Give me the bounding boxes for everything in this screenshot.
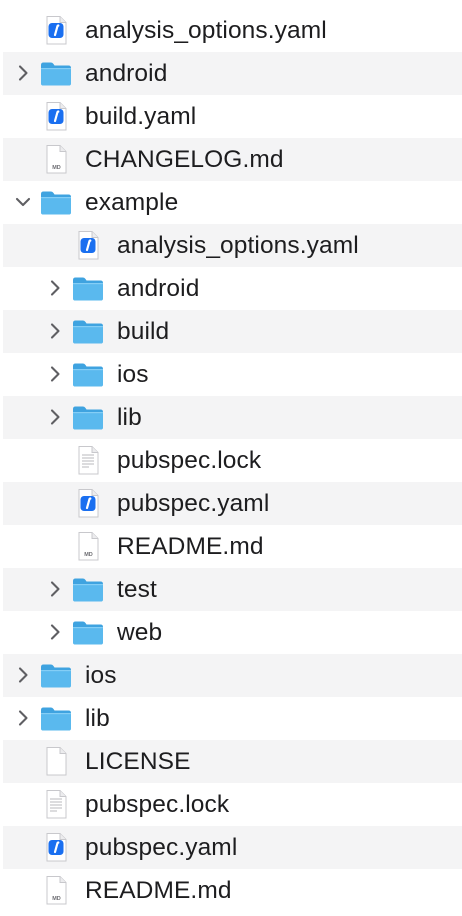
file-row[interactable]: MD CHANGELOG.md xyxy=(0,138,462,181)
file-rows: analysis_options.yaml android build.yaml MD… xyxy=(0,9,462,912)
file-row[interactable]: build xyxy=(0,310,462,353)
folder-icon xyxy=(71,616,105,648)
file-row[interactable]: lib xyxy=(0,396,462,439)
file-row[interactable]: build.yaml xyxy=(0,95,462,138)
markdown-file-icon: MD xyxy=(71,530,105,562)
file-name: lib xyxy=(85,705,110,732)
file-row[interactable]: pubspec.yaml xyxy=(0,482,462,525)
chevron-down-icon[interactable] xyxy=(14,193,32,211)
file-name: ios xyxy=(117,361,149,388)
file-row[interactable]: MD README.md xyxy=(0,869,462,912)
text-file-icon xyxy=(71,444,105,476)
chevron-right-icon[interactable] xyxy=(46,408,64,426)
chevron-right-icon[interactable] xyxy=(14,709,32,727)
svg-text:MD: MD xyxy=(52,896,61,902)
file-row[interactable]: lib xyxy=(0,697,462,740)
folder-icon xyxy=(71,358,105,390)
folder-icon xyxy=(71,315,105,347)
file-name: test xyxy=(117,576,157,603)
file-name: README.md xyxy=(117,533,264,560)
yaml-file-icon xyxy=(71,229,105,261)
file-name: ios xyxy=(85,662,117,689)
file-name: analysis_options.yaml xyxy=(117,232,359,259)
folder-icon xyxy=(39,186,73,218)
file-row[interactable]: example xyxy=(0,181,462,224)
chevron-right-icon[interactable] xyxy=(46,365,64,383)
chevron-right-icon[interactable] xyxy=(46,623,64,641)
chevron-right-icon[interactable] xyxy=(46,580,64,598)
folder-icon xyxy=(39,659,73,691)
markdown-file-icon: MD xyxy=(39,143,73,175)
file-name: CHANGELOG.md xyxy=(85,146,284,173)
file-name: build.yaml xyxy=(85,103,197,130)
file-name: lib xyxy=(117,404,142,431)
file-name: pubspec.yaml xyxy=(117,490,270,517)
file-name: analysis_options.yaml xyxy=(85,17,327,44)
chevron-right-icon[interactable] xyxy=(46,279,64,297)
file-row[interactable]: LICENSE xyxy=(0,740,462,783)
text-file-icon xyxy=(39,788,73,820)
folder-icon xyxy=(71,573,105,605)
file-row[interactable]: ios xyxy=(0,353,462,396)
folder-icon xyxy=(71,272,105,304)
svg-text:MD: MD xyxy=(52,165,61,171)
file-row[interactable]: test xyxy=(0,568,462,611)
chevron-right-icon[interactable] xyxy=(46,322,64,340)
document-icon xyxy=(39,745,73,777)
file-row[interactable]: pubspec.lock xyxy=(0,783,462,826)
yaml-file-icon xyxy=(39,100,73,132)
svg-text:MD: MD xyxy=(84,552,93,558)
file-row[interactable]: MD README.md xyxy=(0,525,462,568)
file-name: android xyxy=(117,275,200,302)
file-name: build xyxy=(117,318,170,345)
file-row[interactable]: pubspec.lock xyxy=(0,439,462,482)
file-row[interactable]: android xyxy=(0,52,462,95)
yaml-file-icon xyxy=(39,831,73,863)
file-name: pubspec.lock xyxy=(117,447,262,474)
file-row[interactable]: analysis_options.yaml xyxy=(0,9,462,52)
file-row[interactable]: pubspec.yaml xyxy=(0,826,462,869)
markdown-file-icon: MD xyxy=(39,874,73,906)
folder-icon xyxy=(39,702,73,734)
file-row[interactable]: analysis_options.yaml xyxy=(0,224,462,267)
file-row[interactable]: android xyxy=(0,267,462,310)
file-name: pubspec.lock xyxy=(85,791,230,818)
folder-icon xyxy=(39,57,73,89)
file-name: web xyxy=(117,619,163,646)
file-list: analysis_options.yaml android build.yaml MD… xyxy=(0,0,462,916)
yaml-file-icon xyxy=(71,487,105,519)
file-name: android xyxy=(85,60,168,87)
file-name: pubspec.yaml xyxy=(85,834,238,861)
chevron-right-icon[interactable] xyxy=(14,64,32,82)
file-row[interactable]: web xyxy=(0,611,462,654)
file-name: LICENSE xyxy=(85,748,191,775)
yaml-file-icon xyxy=(39,14,73,46)
folder-icon xyxy=(71,401,105,433)
file-name: README.md xyxy=(85,877,232,904)
file-name: example xyxy=(85,189,179,216)
chevron-right-icon[interactable] xyxy=(14,666,32,684)
file-row[interactable]: ios xyxy=(0,654,462,697)
